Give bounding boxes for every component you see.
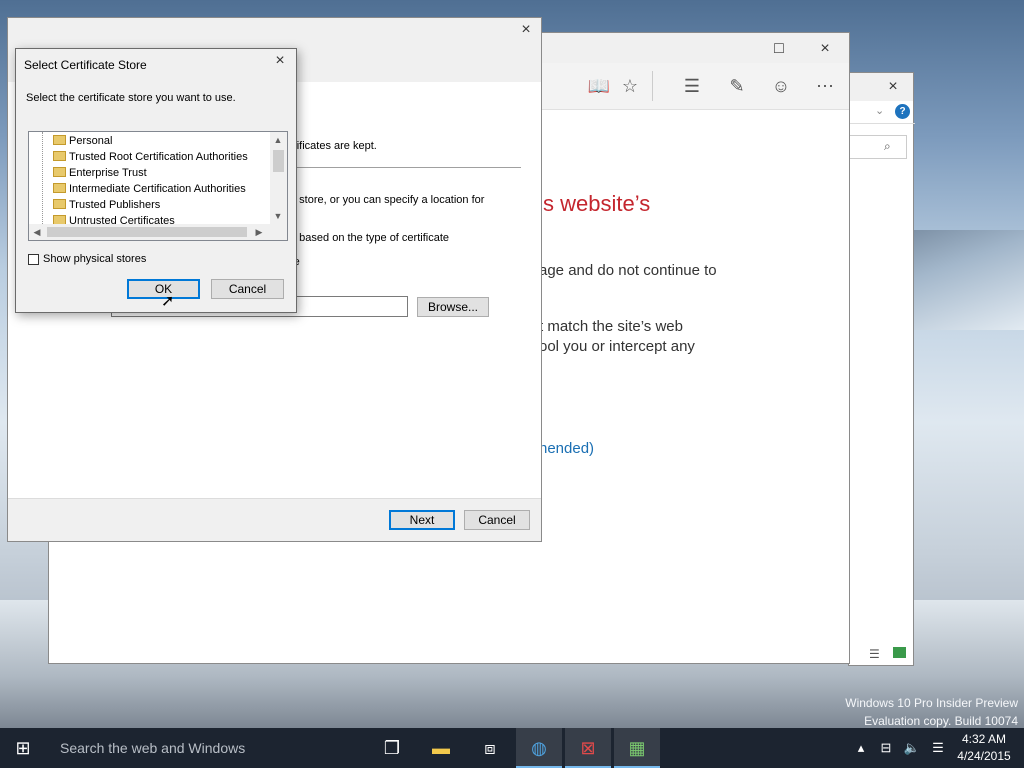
edge-heading: s website’s: [543, 191, 651, 216]
show-hidden-icons-icon[interactable]: ▴: [852, 728, 870, 768]
action-center-icon[interactable]: ☰: [926, 728, 950, 768]
folder-icon: [53, 135, 66, 145]
tree-item-trusted-root[interactable]: Trusted Root Certification Authorities: [53, 149, 248, 165]
edge-text-line3: ool you or intercept any: [539, 338, 695, 355]
close-icon[interactable]: ×: [510, 18, 542, 42]
tree-item-label: Trusted Publishers: [69, 199, 161, 211]
watermark-line1: Windows 10 Pro Insider Preview: [845, 696, 1018, 710]
windows-start-icon[interactable]: ⊞: [0, 728, 46, 768]
store-tree[interactable]: Personal Trusted Root Certification Auth…: [28, 131, 288, 241]
help-icon[interactable]: ?: [895, 104, 910, 119]
wizard-text-3: e based on the type of certificate: [290, 232, 449, 244]
favorites-star-icon[interactable]: ☆: [617, 73, 643, 99]
tree-item-trusted-publishers[interactable]: Trusted Publishers: [53, 197, 161, 213]
edge-browser-icon[interactable]: ◍: [516, 728, 562, 768]
scroll-up-icon[interactable]: ▲: [270, 132, 286, 148]
network-icon[interactable]: ⊟: [874, 728, 898, 768]
preview-view-icon[interactable]: [893, 647, 906, 658]
wizard-footer: [8, 498, 541, 541]
store-icon[interactable]: ⧈: [467, 728, 513, 768]
reading-view-icon[interactable]: 📖: [586, 73, 612, 99]
clock-date: 4/24/2015: [957, 749, 1011, 763]
edge-text-line2: t match the site’s web: [539, 318, 683, 335]
folder-icon: [53, 183, 66, 193]
show-physical-stores-label: Show physical stores: [43, 253, 147, 265]
browse-button[interactable]: Browse...: [417, 297, 489, 317]
wizard-cancel-button[interactable]: Cancel: [464, 510, 530, 530]
tree-item-label: Trusted Root Certification Authorities: [69, 151, 248, 163]
scroll-left-icon[interactable]: ◀: [29, 224, 45, 240]
next-button[interactable]: Next: [389, 510, 455, 530]
edge-text-line1: age and do not continue to: [539, 262, 717, 279]
mouse-cursor-icon: ➚: [161, 293, 175, 310]
tree-item-label: Enterprise Trust: [69, 167, 147, 179]
dialog-title: Select Certificate Store: [24, 58, 147, 72]
toolbar-divider: [652, 71, 653, 101]
close-icon[interactable]: ×: [264, 49, 296, 73]
tree-item-label: Intermediate Certification Authorities: [69, 183, 246, 195]
tree-item-intermediate[interactable]: Intermediate Certification Authorities: [53, 181, 246, 197]
maximize-icon[interactable]: □: [763, 37, 795, 61]
file-explorer-icon[interactable]: ▬: [418, 728, 464, 768]
background-search-box[interactable]: ⌕: [849, 135, 907, 159]
vertical-scroll-thumb[interactable]: [273, 150, 284, 172]
tree-horizontal-scrollbar[interactable]: ◀ ▶: [29, 224, 287, 240]
select-certificate-store-dialog: Select Certificate Store × Select the ce…: [15, 48, 297, 313]
scroll-right-icon[interactable]: ▶: [251, 224, 267, 240]
more-icon[interactable]: ⋯: [812, 73, 838, 99]
web-note-icon[interactable]: ✎: [724, 73, 750, 99]
dialog-instruction: Select the certificate store you want to…: [26, 92, 236, 104]
background-window-addressbar: ⌄ ?: [849, 101, 915, 124]
tree-line: [42, 132, 43, 224]
background-window: × ⌄ ? ⌕ ☰: [848, 72, 915, 666]
clock-time: 4:32 AM: [961, 732, 1007, 746]
details-view-icon[interactable]: ☰: [869, 647, 880, 661]
volume-muted-icon[interactable]: 🔈: [900, 728, 924, 768]
folder-icon: [53, 151, 66, 161]
windows-watermark: Windows 10 Pro Insider Preview Evaluatio…: [845, 694, 1018, 730]
tree-item-label: Personal: [69, 135, 113, 147]
edge-link[interactable]: nended): [539, 439, 594, 459]
close-icon[interactable]: ×: [809, 37, 841, 61]
tree-vertical-scrollbar[interactable]: ▲ ▼: [270, 132, 287, 224]
wizard-text-1: rtificates are kept.: [290, 140, 377, 152]
wizard-text-2: e store, or you can specify a location f…: [290, 194, 485, 206]
tree-item-personal[interactable]: Personal: [53, 133, 113, 149]
hub-icon[interactable]: ☰: [679, 73, 705, 99]
scroll-down-icon[interactable]: ▼: [270, 208, 286, 224]
taskbar-search-box[interactable]: Search the web and Windows: [48, 728, 368, 768]
certificate-manager-icon[interactable]: ⊠: [565, 728, 611, 768]
certificate-wizard-icon[interactable]: ▦: [614, 728, 660, 768]
folder-icon: [53, 167, 66, 177]
task-view-icon[interactable]: ❐: [369, 728, 415, 768]
tree-item-enterprise-trust[interactable]: Enterprise Trust: [53, 165, 147, 181]
close-icon[interactable]: ×: [877, 75, 909, 99]
feedback-smiley-icon[interactable]: ☺: [768, 73, 794, 99]
search-icon: ⌕: [884, 139, 891, 153]
chevron-down-icon[interactable]: ⌄: [875, 104, 884, 117]
wizard-separator: [288, 167, 521, 168]
show-physical-stores-checkbox[interactable]: [28, 254, 39, 265]
clock[interactable]: 4:32 AM 4/24/2015: [952, 731, 1016, 765]
horizontal-scroll-thumb[interactable]: [47, 227, 247, 237]
taskbar: ⊞ Search the web and Windows ❐ ▬ ⧈ ◍ ⊠ ▦…: [0, 728, 1024, 768]
folder-icon: [53, 199, 66, 209]
dialog-cancel-button[interactable]: Cancel: [211, 279, 284, 299]
